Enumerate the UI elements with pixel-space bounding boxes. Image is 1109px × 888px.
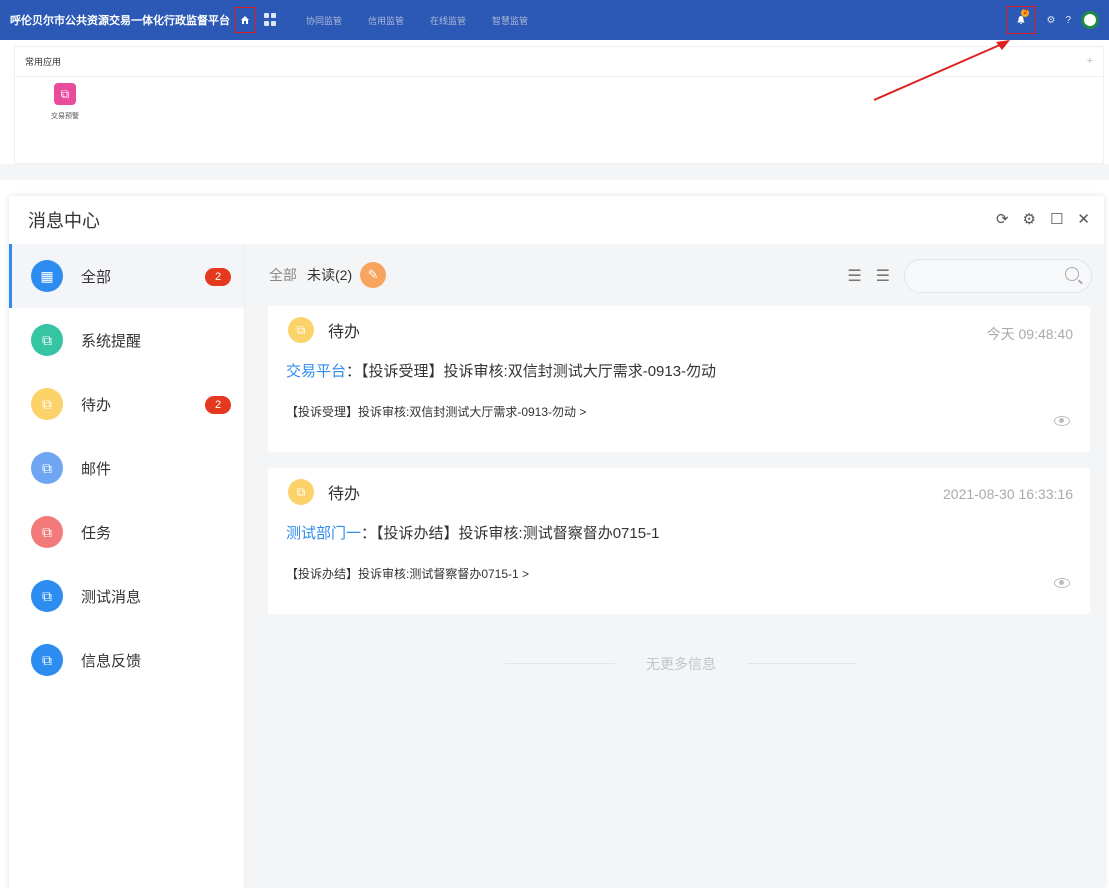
message-summary-link[interactable]: 【投诉受理】投诉审核:双信封测试大厅需求-0913-勿动 >	[268, 403, 1090, 420]
annotation-arrow	[873, 40, 1010, 101]
app-tile-label: 交易预警	[51, 113, 79, 120]
help-icon[interactable]: ?	[1065, 15, 1071, 26]
message-category-icon: ⧉	[31, 388, 63, 420]
refresh-icon[interactable]: ⟳	[996, 210, 1009, 228]
maximize-icon[interactable]: ☐	[1050, 210, 1063, 228]
notification-badge: 2	[1021, 9, 1030, 17]
broom-icon: ✎	[367, 267, 379, 282]
user-avatar[interactable]	[1081, 11, 1099, 29]
message-type: 待办	[328, 486, 361, 503]
message-separator: ：	[361, 525, 377, 542]
nav-item-smart[interactable]: 智慧监管	[492, 14, 528, 27]
message-sidebar: ▦ 全部 2 ⧉ 系统提醒 ⧉ 待办 2 ⧉ 邮件 ⧉ 任务 ⧉ 测试消息 ⧉ …	[9, 244, 245, 888]
modal-body: ▦ 全部 2 ⧉ 系统提醒 ⧉ 待办 2 ⧉ 邮件 ⧉ 任务 ⧉ 测试消息 ⧉ …	[9, 244, 1104, 888]
message-type: 待办	[328, 324, 361, 341]
top-bar: 呼伦贝尔市公共资源交易一体化行政监督平台 协同监管 信用监管 在线监管 智慧监管…	[0, 0, 1109, 40]
nav-item-credit[interactable]: 信用监管	[368, 14, 404, 27]
sidebar-item-system[interactable]: ⧉ 系统提醒	[9, 308, 244, 372]
eye-icon[interactable]	[1054, 578, 1070, 588]
sidebar-item-label: 任务	[81, 524, 112, 542]
filter-all-tab[interactable]: 全部	[269, 265, 297, 285]
message-time: 2021-08-30 16:33:16	[943, 486, 1073, 502]
calendar-icon: ▦	[31, 260, 63, 292]
message-category-icon: ⧉	[31, 452, 63, 484]
home-button[interactable]	[234, 7, 256, 33]
modal-header: 消息中心 ⟳ ⚙ ☐ ✕	[9, 196, 1104, 244]
top-right-tools: 2 ⚙ ?	[1006, 0, 1099, 40]
clear-read-button[interactable]: ✎	[360, 262, 387, 288]
sidebar-item-mail[interactable]: ⧉ 邮件	[9, 436, 244, 500]
unread-badge: 2	[205, 396, 231, 414]
message-summary-link[interactable]: 【投诉办结】投诉审核:测试督察督办0715-1 >	[268, 565, 1090, 582]
notification-button[interactable]: 2	[1006, 6, 1037, 34]
sidebar-item-label: 信息反馈	[81, 652, 142, 670]
search-box	[904, 259, 1092, 293]
message-source: 测试部门一	[286, 525, 362, 542]
message-category-icon: ⧉	[31, 516, 63, 548]
todo-icon: ⧉	[288, 479, 314, 505]
home-icon	[241, 16, 249, 24]
message-card[interactable]: ⧉ 待办 今天 09:48:40 交易平台：【投诉受理】投诉审核:双信封测试大厅…	[268, 306, 1090, 452]
apps-grid-icon[interactable]	[264, 13, 278, 27]
background-strip	[0, 164, 1109, 180]
sidebar-item-label: 系统提醒	[81, 332, 142, 350]
search-icon[interactable]	[1065, 267, 1079, 281]
message-toolbar: 全部 未读(2) ✎ ☰ ☰	[245, 244, 1104, 306]
message-category-icon: ⧉	[31, 580, 63, 612]
sidebar-item-all[interactable]: ▦ 全部 2	[9, 244, 244, 308]
message-category-icon: ⧉	[31, 324, 63, 356]
trade-warning-icon: ⧉	[54, 83, 76, 105]
message-card[interactable]: ⧉ 待办 2021-08-30 16:33:16 测试部门一：【投诉办结】投诉审…	[268, 468, 1090, 614]
sidebar-item-test[interactable]: ⧉ 测试消息	[9, 564, 244, 628]
sidebar-item-label: 全部	[81, 268, 112, 286]
close-icon[interactable]: ✕	[1077, 210, 1090, 228]
message-source: 交易平台	[286, 363, 347, 380]
message-center-modal: 消息中心 ⟳ ⚙ ☐ ✕ ▦ 全部 2 ⧉ 系统提醒 ⧉ 待办 2 ⧉ 邮件 ⧉…	[9, 196, 1104, 888]
modal-controls: ⟳ ⚙ ☐ ✕	[996, 210, 1090, 228]
settings-icon[interactable]: ⚙	[1046, 15, 1055, 26]
message-list-panel: 全部 未读(2) ✎ ☰ ☰ ⧉ 待办 今天 09:48:40 交易平台：【投诉…	[245, 244, 1104, 888]
add-app-button[interactable]: +	[1087, 55, 1093, 68]
message-title-text: 【投诉受理】投诉审核:双信封测试大厅需求-0913-勿动	[361, 363, 717, 380]
gear-icon[interactable]: ⚙	[1023, 210, 1036, 228]
search-input[interactable]	[919, 260, 1069, 292]
message-title-text: 【投诉办结】投诉审核:测试督察督办0715-1	[376, 525, 660, 542]
message-category-icon: ⧉	[31, 644, 63, 676]
mark-all-read-icon[interactable]: ☰	[847, 266, 861, 286]
sidebar-item-feedback[interactable]: ⧉ 信息反馈	[9, 628, 244, 692]
sort-icon[interactable]: ☰	[876, 266, 890, 286]
sidebar-item-label: 待办	[81, 396, 112, 414]
common-apps-heading: 常用应用	[25, 57, 62, 67]
sidebar-item-label: 测试消息	[81, 588, 142, 606]
filter-unread-tab[interactable]: 未读(2)	[307, 265, 352, 285]
eye-icon[interactable]	[1054, 416, 1070, 426]
top-nav: 协同监管 信用监管 在线监管 智慧监管	[306, 14, 554, 27]
message-title: 测试部门一：【投诉办结】投诉审核:测试督察督办0715-1	[268, 522, 1090, 543]
sidebar-item-todo[interactable]: ⧉ 待办 2	[9, 372, 244, 436]
unread-badge: 2	[205, 268, 231, 286]
toolbar-right: ☰ ☰	[847, 259, 1092, 293]
message-time: 今天 09:48:40	[986, 326, 1073, 342]
nav-item-online[interactable]: 在线监管	[430, 14, 466, 27]
modal-title: 消息中心	[28, 211, 100, 231]
message-separator: ：	[346, 363, 362, 380]
app-title: 呼伦贝尔市公共资源交易一体化行政监督平台	[10, 15, 230, 27]
no-more-messages: 无更多信息	[505, 654, 857, 674]
sidebar-item-task[interactable]: ⧉ 任务	[9, 500, 244, 564]
message-title: 交易平台：【投诉受理】投诉审核:双信封测试大厅需求-0913-勿动	[268, 360, 1090, 381]
app-tile-trade-warning[interactable]: ⧉ 交易预警	[45, 83, 85, 121]
sidebar-item-label: 邮件	[81, 460, 112, 478]
todo-icon: ⧉	[288, 317, 314, 343]
nav-item-collab[interactable]: 协同监管	[306, 14, 342, 27]
